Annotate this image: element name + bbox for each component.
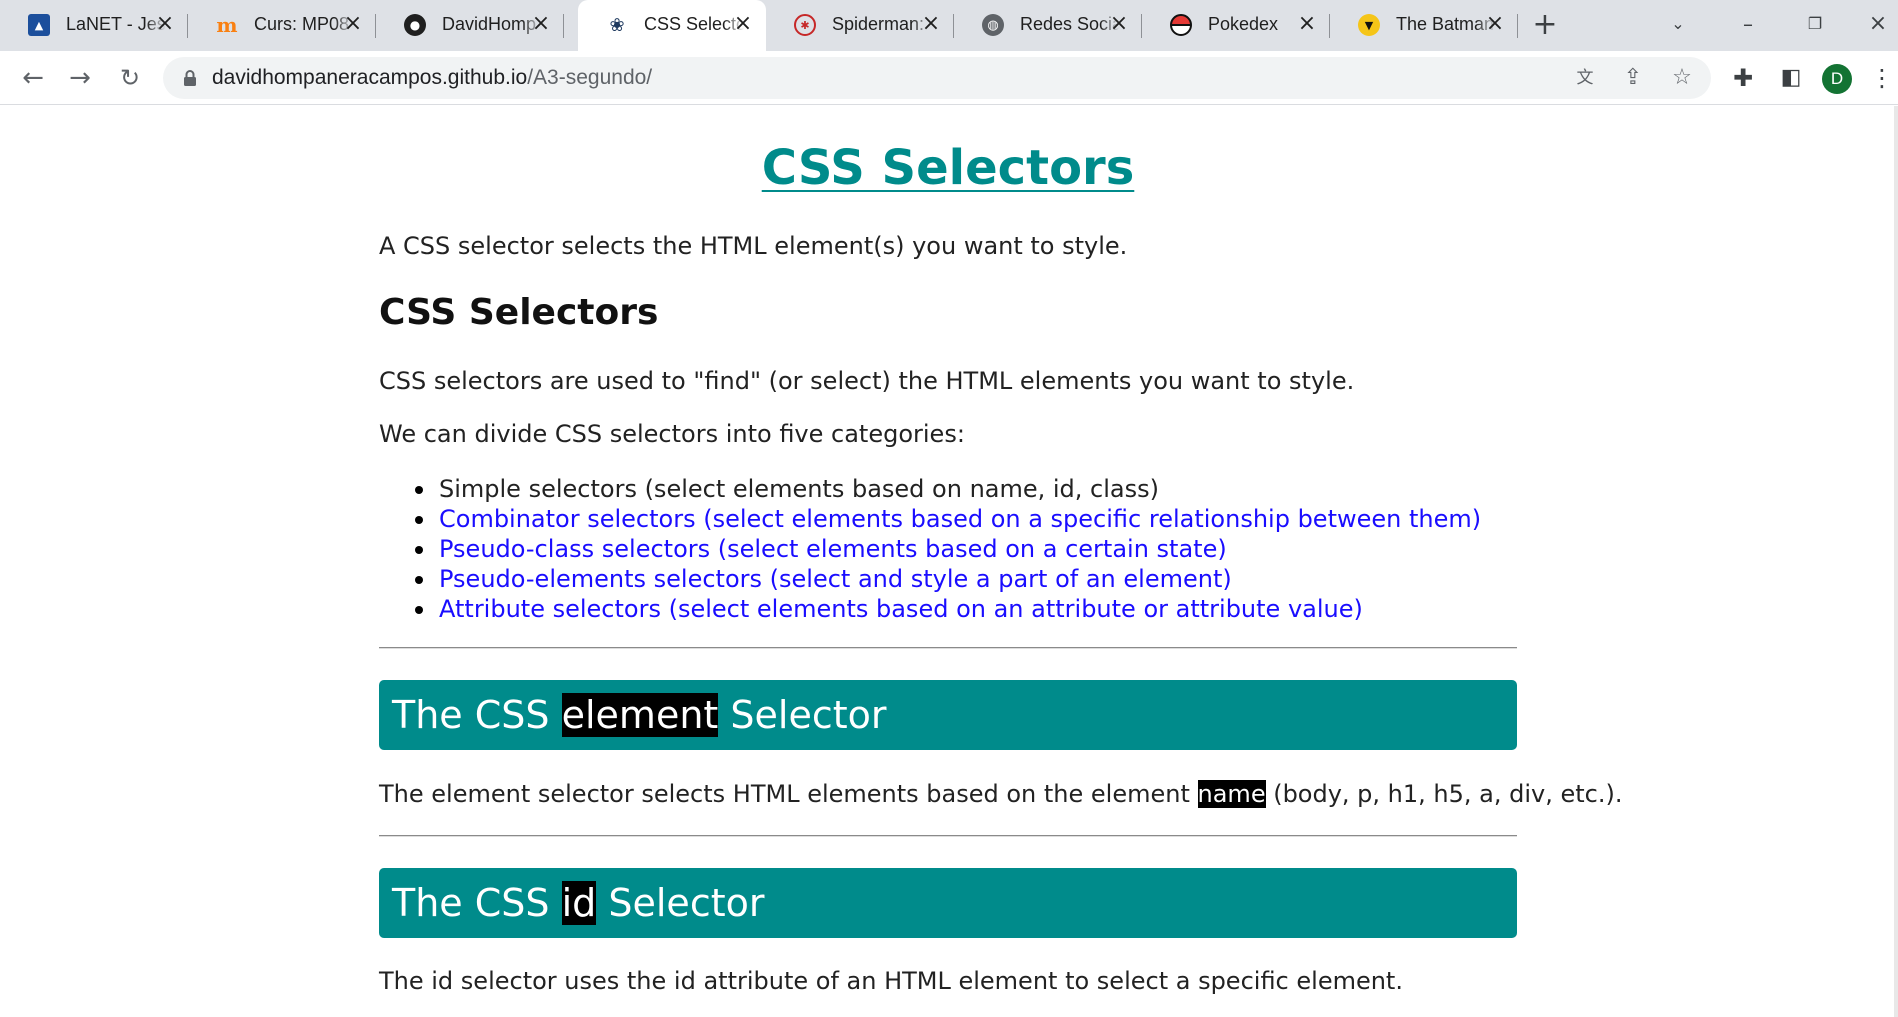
url-text[interactable]: davidhompaneracampos.github.io/A3-segund… (212, 66, 652, 90)
categories-intro: We can divide CSS selectors into five ca… (379, 420, 965, 448)
scrollbar[interactable] (1894, 106, 1898, 1017)
close-tab-icon[interactable]: × (528, 11, 554, 37)
close-tab-icon[interactable]: × (1106, 11, 1132, 37)
tab-separator (563, 14, 564, 38)
extensions-puzzle-icon[interactable]: ✚ (1726, 61, 1760, 95)
bookmark-star-icon[interactable]: ☆ (1667, 63, 1697, 93)
batman-favicon-icon: ▼ (1358, 14, 1380, 36)
tab-title: CSS Selecto (644, 14, 744, 34)
category-simple: Simple selectors (select elements based … (415, 474, 1481, 504)
spiderman-favicon-icon: ✱ (794, 14, 816, 36)
tab-title: Spiderman: (832, 14, 925, 34)
profile-avatar[interactable]: D (1822, 64, 1852, 94)
tab-strip: ▲ LaNET - Jes × m Curs: MP08 × ● DavidHo… (0, 0, 1898, 51)
description-highlight: name (1197, 780, 1266, 808)
minimize-window-icon[interactable]: – (1728, 8, 1768, 40)
tab-title: Redes Socia (1020, 14, 1120, 34)
intro-paragraph: A CSS selector selects the HTML element(… (379, 232, 1128, 260)
divider (379, 835, 1517, 837)
id-selector-banner: The CSS id Selector (379, 868, 1517, 938)
tab-spiderman[interactable]: ✱ Spiderman: × (766, 0, 954, 51)
tab-title: The Batman (1396, 14, 1495, 34)
banner-highlight: element (561, 693, 719, 737)
lanet-favicon-icon: ▲ (28, 14, 50, 36)
new-tab-plus-icon[interactable]: + (1530, 10, 1560, 40)
github-favicon-icon: ● (404, 14, 426, 36)
tab-search-chevron-icon[interactable]: ⌄ (1658, 8, 1698, 40)
back-arrow-icon[interactable]: ← (15, 60, 51, 96)
page-title-link[interactable]: CSS Selectors (379, 140, 1517, 196)
close-tab-icon[interactable]: × (340, 11, 366, 37)
description-text: (body, p, h1, h5, a, div, etc.). (1265, 780, 1623, 808)
close-tab-icon[interactable]: × (1294, 11, 1320, 37)
globe-favicon-icon: ◍ (982, 14, 1004, 36)
url-path: /A3-segundo/ (527, 66, 653, 89)
description-text: The element selector selects HTML elemen… (379, 780, 1198, 808)
selectors-description: CSS selectors are used to "find" (or sel… (379, 367, 1355, 395)
paw-favicon-icon: ❀ (609, 14, 625, 36)
element-selector-description: The element selector selects HTML elemen… (379, 780, 1622, 808)
banner-text: Selector (718, 693, 887, 737)
tab-moodle[interactable]: m Curs: MP08 × (188, 0, 376, 51)
restore-window-icon[interactable]: ❐ (1795, 8, 1835, 40)
reload-icon[interactable]: ↻ (112, 60, 148, 96)
close-tab-icon[interactable]: × (730, 11, 756, 37)
translate-icon[interactable]: 文 (1570, 63, 1600, 93)
tab-pokedex[interactable]: Pokedex × (1142, 0, 1330, 51)
categories-list: Simple selectors (select elements based … (415, 474, 1481, 624)
url-host: davidhompaneracampos.github.io (212, 66, 528, 89)
browser-toolbar: ← → ↻ davidhompaneracampos.github.io/A3-… (0, 51, 1898, 105)
divider (379, 647, 1517, 649)
page-viewport: CSS Selectors A CSS selector selects the… (0, 106, 1898, 1017)
banner-text: The CSS (392, 693, 562, 737)
forward-arrow-icon[interactable]: → (62, 60, 98, 96)
section-heading: CSS Selectors (379, 292, 659, 333)
pokeball-favicon-icon (1170, 14, 1192, 36)
banner-highlight: id (561, 881, 597, 925)
address-bar[interactable]: davidhompaneracampos.github.io/A3-segund… (163, 57, 1711, 99)
tab-lanet[interactable]: ▲ LaNET - Jes × (0, 0, 188, 51)
banner-text: The CSS (392, 881, 562, 925)
lock-icon[interactable] (180, 68, 200, 88)
close-tab-icon[interactable]: × (1482, 11, 1508, 37)
tab-title: LaNET - Jes (66, 14, 166, 34)
side-panel-icon[interactable]: ◧ (1774, 61, 1808, 95)
category-combinator-link[interactable]: Combinator selectors (select elements ba… (415, 504, 1481, 534)
tab-title: DavidHomp (442, 14, 537, 34)
category-attribute-link[interactable]: Attribute selectors (select elements bas… (415, 594, 1481, 624)
tab-batman[interactable]: ▼ The Batman × (1330, 0, 1518, 51)
category-pseudo-elements-link[interactable]: Pseudo-elements selectors (select and st… (415, 564, 1481, 594)
share-icon[interactable]: ⇪ (1618, 63, 1648, 93)
close-tab-icon[interactable]: × (152, 11, 178, 37)
close-tab-icon[interactable]: × (918, 11, 944, 37)
tab-github[interactable]: ● DavidHomp × (376, 0, 564, 51)
moodle-favicon-icon: m (216, 13, 238, 37)
category-pseudo-class-link[interactable]: Pseudo-class selectors (select elements … (415, 534, 1481, 564)
tab-title: Curs: MP08 (254, 14, 350, 34)
banner-text: Selector (596, 881, 765, 925)
element-selector-banner: The CSS element Selector (379, 680, 1517, 750)
tab-redes-sociales[interactable]: ◍ Redes Socia × (954, 0, 1142, 51)
id-selector-description: The id selector uses the id attribute of… (379, 967, 1403, 995)
close-window-icon[interactable]: × (1858, 8, 1898, 40)
menu-kebab-icon[interactable]: ⋮ (1870, 61, 1894, 95)
tab-title: Pokedex (1208, 14, 1279, 34)
tab-css-selectors[interactable]: ❀ CSS Selecto × (578, 0, 766, 51)
tab-separator (1517, 14, 1518, 38)
